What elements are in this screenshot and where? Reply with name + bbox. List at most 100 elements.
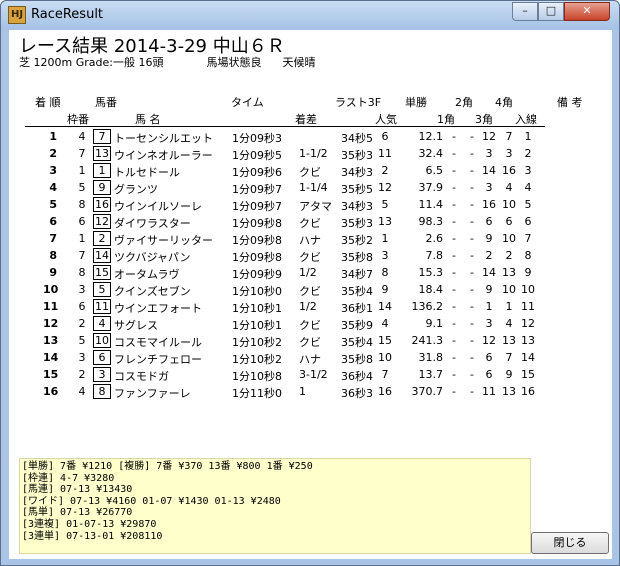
win-odds: 2.6 [425, 232, 444, 245]
corner-3: 3 [485, 317, 493, 330]
corner-4: 10 [502, 232, 516, 245]
finish-order: 7 [524, 232, 532, 245]
margin: クビ [299, 251, 321, 264]
header-corner2: 2角 [455, 96, 473, 109]
finish-order: 3 [524, 164, 532, 177]
popularity: 8 [381, 266, 389, 279]
finish-order: 6 [524, 215, 532, 228]
last-3f: 34秒3 [341, 200, 373, 213]
corner-4: 6 [505, 215, 513, 228]
corner-4: 10 [502, 198, 516, 211]
finish-position: 6 [49, 215, 57, 228]
track-condition: 馬場状態良 [206, 56, 262, 69]
margin: クビ [299, 166, 321, 179]
minimize-button[interactable]: – [512, 2, 538, 21]
horse-name: ツクバジャパン [114, 251, 191, 264]
horse-number: 15 [93, 265, 111, 280]
horse-name: クインズセブン [114, 285, 191, 298]
corner-2: - [470, 300, 474, 313]
last-3f: 35秒8 [341, 353, 373, 366]
last-3f: 35秒2 [341, 234, 373, 247]
corner-1: - [452, 317, 456, 330]
title-bar[interactable]: HJ RaceResult – □ ✕ [1, 1, 619, 29]
horse-name: トーセンシルエット [114, 132, 213, 145]
race-time: 1分09秒3 [232, 132, 282, 145]
win-odds: 7.8 [425, 249, 444, 262]
corner-4: 7 [505, 351, 513, 364]
race-result-window: HJ RaceResult – □ ✕ レース結果 2014-3-29 中山６Ｒ… [0, 0, 620, 566]
finish-position: 2 [49, 147, 57, 160]
table-row: 9 8 15 オータムラヴ 1分09秒9 1/2 34秒7 8 15.3- -14 13 9 [9, 265, 612, 281]
corner-3: 12 [482, 334, 496, 347]
app-icon: HJ [8, 6, 26, 24]
horse-number: 7 [93, 129, 111, 144]
margin: 1-1/4 [299, 181, 328, 194]
header-corner3: 3角 [475, 113, 493, 126]
corner-4: 13 [502, 266, 516, 279]
race-time: 1分09秒8 [232, 217, 282, 230]
finish-position: 14 [43, 351, 59, 364]
corner-2: - [470, 130, 474, 143]
race-time: 1分10秒1 [232, 319, 282, 332]
finish-order: 8 [524, 249, 532, 262]
popularity: 3 [381, 249, 389, 262]
corner-3: 6 [485, 351, 493, 364]
margin: ハナ [299, 234, 321, 247]
frame-number: 7 [78, 147, 86, 160]
payout-line: [3連複] 01-07-13 ¥29870 [22, 518, 157, 530]
popularity: 10 [378, 351, 392, 364]
payout-line: [単勝] 7番 ¥1210 [複勝] 7番 ¥370 13番 ¥800 1番 ¥… [22, 461, 313, 472]
horse-number: 11 [93, 299, 111, 314]
finish-order: 11 [521, 300, 535, 313]
header-popularity: 人気 [375, 113, 397, 126]
corner-3: 14 [482, 164, 496, 177]
maximize-button[interactable]: □ [538, 2, 564, 21]
horse-number: 14 [93, 248, 111, 263]
horse-name: グランツ [114, 183, 158, 196]
horse-name: サグレス [114, 319, 158, 332]
race-time: 1分10秒0 [232, 285, 282, 298]
table-row: 5 8 16 ウインイルソーレ 1分09秒7 アタマ 34秒3 5 11.4- -16 10 5 [9, 197, 612, 213]
table-row: 1 4 7 トーセンシルエット 1分09秒3 34秒5 6 12.1- -12 7 1 [9, 129, 612, 145]
corner-3: 16 [482, 198, 496, 211]
race-time: 1分10秒1 [232, 302, 282, 315]
finish-position: 3 [49, 164, 57, 177]
popularity: 14 [378, 300, 392, 313]
frame-number: 5 [78, 334, 86, 347]
corner-4: 4 [505, 317, 513, 330]
close-button[interactable]: 閉じる [531, 532, 609, 554]
course-info: 芝 1200m Grade:一般 16頭 [19, 56, 164, 69]
horse-name: ウインネオルーラー [114, 149, 213, 162]
frame-number: 1 [78, 164, 86, 177]
race-time: 1分11秒0 [232, 387, 282, 400]
window-close-button[interactable]: ✕ [564, 2, 610, 21]
table-row: 2 7 13 ウインネオルーラー 1分09秒5 1-1/2 35秒3 11 32.4- -3 3 2 [9, 146, 612, 162]
win-odds: 32.4 [418, 147, 444, 160]
race-time: 1分09秒8 [232, 251, 282, 264]
payout-panel: [単勝] 7番 ¥1210 [複勝] 7番 ¥370 13番 ¥800 1番 ¥… [19, 458, 531, 554]
popularity: 6 [381, 130, 389, 143]
popularity: 16 [378, 385, 392, 398]
table-row: 6 6 12 ダイワラスター 1分09秒8 クビ 35秒3 13 98.3- -6 6 6 [9, 214, 612, 230]
frame-number: 2 [78, 317, 86, 330]
margin: 1/2 [299, 266, 317, 279]
header-corner1: 1角 [437, 113, 455, 126]
corner-2: - [470, 249, 474, 262]
popularity: 12 [378, 181, 392, 194]
race-time: 1分09秒5 [232, 149, 282, 162]
race-time: 1分10秒2 [232, 336, 282, 349]
finish-order: 9 [524, 266, 532, 279]
horse-name: コスモドガ [114, 370, 169, 383]
margin: クビ [299, 285, 321, 298]
margin: アタマ [299, 200, 332, 213]
race-time: 1分09秒9 [232, 268, 282, 281]
race-time: 1分09秒8 [232, 234, 282, 247]
corner-2: - [470, 181, 474, 194]
corner-2: - [470, 283, 474, 296]
popularity: 4 [381, 317, 389, 330]
margin: 3-1/2 [299, 368, 328, 381]
horse-number: 13 [93, 146, 111, 161]
horse-number: 3 [93, 367, 111, 382]
popularity: 2 [381, 164, 389, 177]
last-3f: 34秒7 [341, 268, 373, 281]
